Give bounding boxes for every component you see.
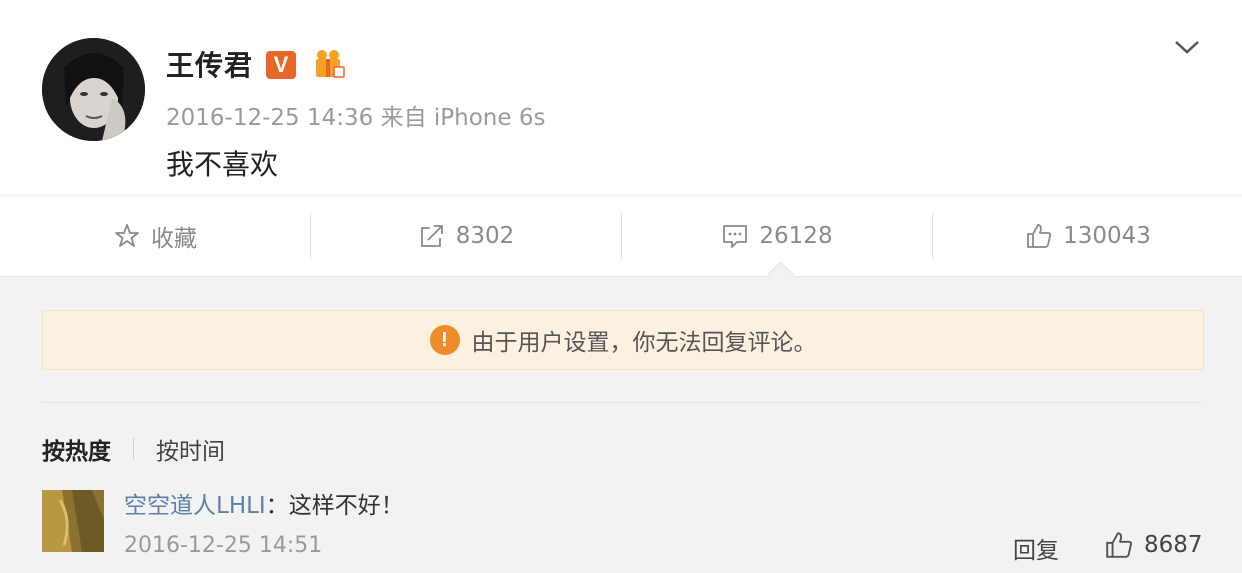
post-source: 来自 iPhone 6s (380, 105, 546, 131)
verified-v-icon: V (266, 51, 296, 79)
thumbs-up-icon (1027, 224, 1052, 248)
post-card: 王传君 V 2016-12-25 14:36 来自 iPhone 6s 我不喜欢 (0, 0, 1242, 195)
thumbs-up-icon (1106, 532, 1133, 558)
comment-body: 空空道人LHLI：这样不好！ (124, 486, 404, 520)
comment-like-count: 8687 (1144, 532, 1203, 558)
like-count: 130043 (1063, 223, 1151, 249)
comment-author[interactable]: 空空道人LHLI (124, 493, 266, 519)
comment-icon (723, 225, 748, 248)
repost-count: 8302 (455, 223, 515, 249)
share-icon (420, 225, 443, 247)
vip-gift-icon[interactable] (310, 45, 346, 81)
section-divider (42, 402, 1202, 403)
comment-separator: ： (265, 493, 289, 519)
repost-button[interactable]: 8302 (311, 196, 621, 276)
username[interactable]: 王传君 (166, 44, 253, 84)
favorite-label: 收藏 (151, 226, 197, 252)
chevron-down-icon[interactable] (1172, 36, 1202, 58)
reply-restricted-notice: ! 由于用户设置，你无法回复评论。 (42, 310, 1204, 370)
post-content: 我不喜欢 (166, 148, 279, 181)
sort-divider (133, 438, 134, 460)
sort-by-time-tab[interactable]: 按时间 (156, 432, 225, 466)
post-meta: 2016-12-25 14:36 来自 iPhone 6s (166, 98, 545, 132)
notice-text: 由于用户设置，你无法回复评论。 (471, 330, 817, 356)
star-icon (115, 224, 139, 247)
comment-count: 26128 (759, 223, 833, 249)
comment-content: 这样不好！ (288, 493, 404, 519)
post-timestamp: 2016-12-25 14:36 (166, 105, 374, 131)
warning-icon: ! (429, 325, 460, 355)
sort-by-hot-tab[interactable]: 按热度 (42, 432, 111, 466)
comment-avatar[interactable] (42, 490, 104, 552)
action-bar: 收藏 8302 26128 130043 (0, 195, 1242, 277)
comment-like-button[interactable]: 8687 (1104, 530, 1203, 560)
reply-button[interactable]: 回复 (1013, 531, 1059, 565)
avatar[interactable] (42, 38, 145, 141)
comment-sort: 按热度 按时间 (42, 432, 225, 466)
comment-timestamp: 2016-12-25 14:51 (124, 533, 323, 558)
like-button[interactable]: 130043 (933, 196, 1242, 276)
favorite-button[interactable]: 收藏 (0, 196, 310, 276)
